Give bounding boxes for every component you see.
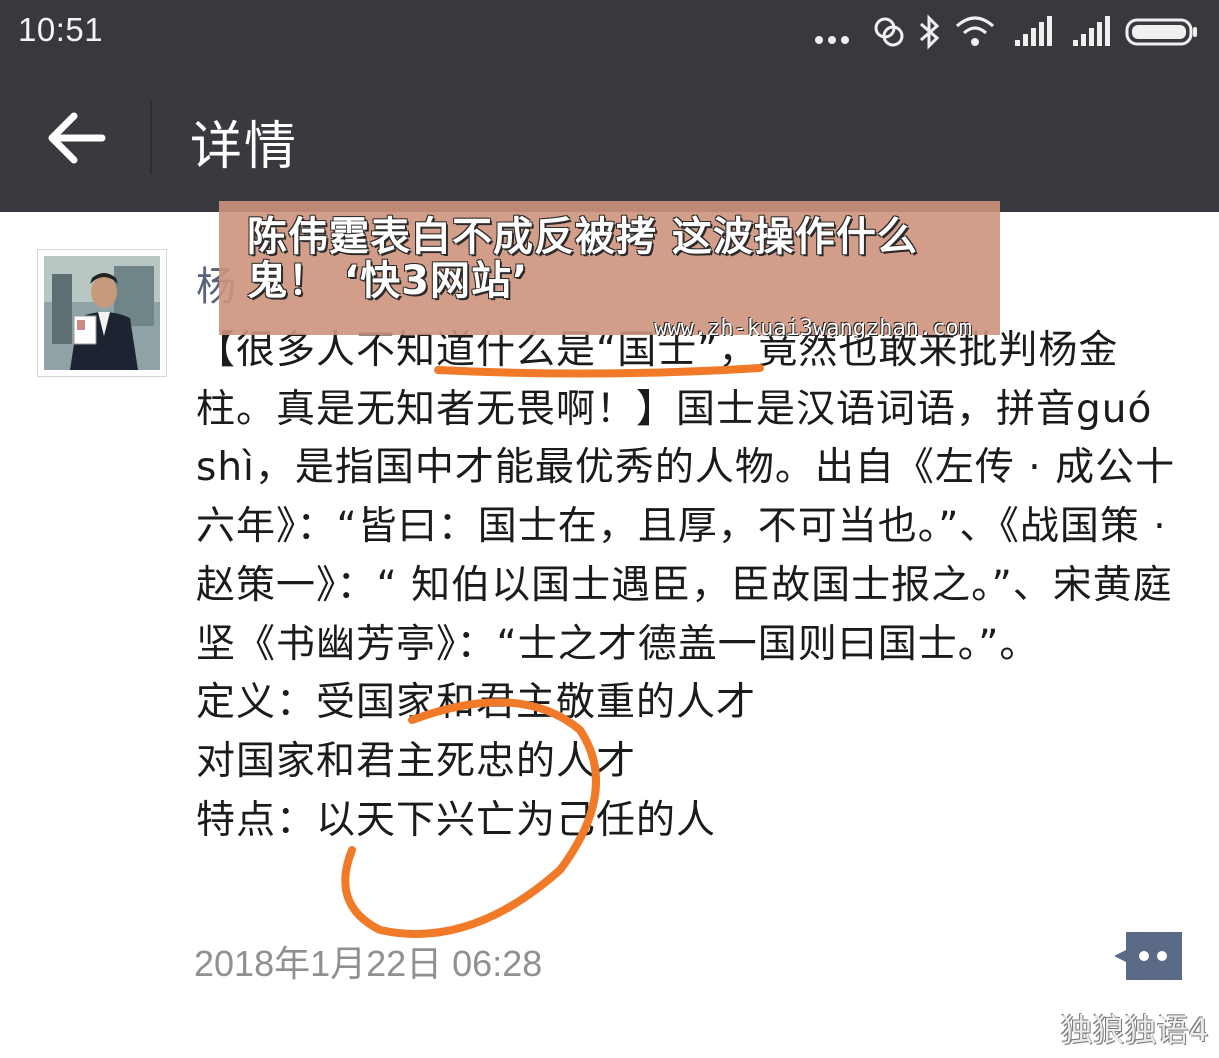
arrow-left-icon <box>48 112 106 164</box>
wifi-icon <box>956 16 994 46</box>
back-button[interactable] <box>40 102 112 174</box>
title-bar: 详情 <box>0 62 1219 212</box>
post-paragraph: 【很多人不知道什么是“国士”，竟然也敢来批判杨金柱。真是无知者无畏啊！】国士是汉… <box>196 328 1176 667</box>
status-bar: 10:51 <box>0 0 1219 62</box>
sync-icon <box>874 17 904 47</box>
author-avatar[interactable] <box>37 249 167 377</box>
page-title: 详情 <box>190 117 299 177</box>
caption-url: www.zh-kuai3wangzhan.com <box>654 316 972 341</box>
weibo-icon <box>1010 1010 1055 1047</box>
status-time: 10:51 <box>18 11 104 48</box>
title-divider <box>150 100 152 174</box>
signal-icon <box>1015 16 1052 46</box>
watermark-text: 独狼独语4 <box>1060 1011 1209 1049</box>
caption-title: 陈伟霆表白不成反被拷 这波操作什么鬼！ ‘快3网站’ <box>247 214 918 304</box>
post-timestamp: 2018年1月22日 06:28 <box>194 943 543 984</box>
bluetooth-icon <box>920 14 940 50</box>
post-body: 【很多人不知道什么是“国士”，竟然也敢来批判杨金柱。真是无知者无畏啊！】国士是汉… <box>196 322 1176 850</box>
avatar-photo <box>44 256 160 370</box>
comment-button[interactable] <box>1112 930 1184 982</box>
post-paragraph: 特点：以天下兴亡为己任的人 <box>196 797 717 843</box>
battery-icon <box>1125 18 1197 46</box>
post-paragraph: 定义：受国家和君主敬重的人才 <box>196 680 757 726</box>
signal-icon <box>1073 16 1110 46</box>
post-paragraph: 对国家和君主死忠的人才 <box>196 738 637 784</box>
watermark: 独狼独语4 <box>1009 1006 1209 1050</box>
caption-banner: 陈伟霆表白不成反被拷 这波操作什么鬼！ ‘快3网站’ www.zh-kuai3w… <box>219 201 1000 341</box>
comment-dots-icon <box>1114 932 1182 980</box>
more-dots-icon <box>815 36 849 44</box>
